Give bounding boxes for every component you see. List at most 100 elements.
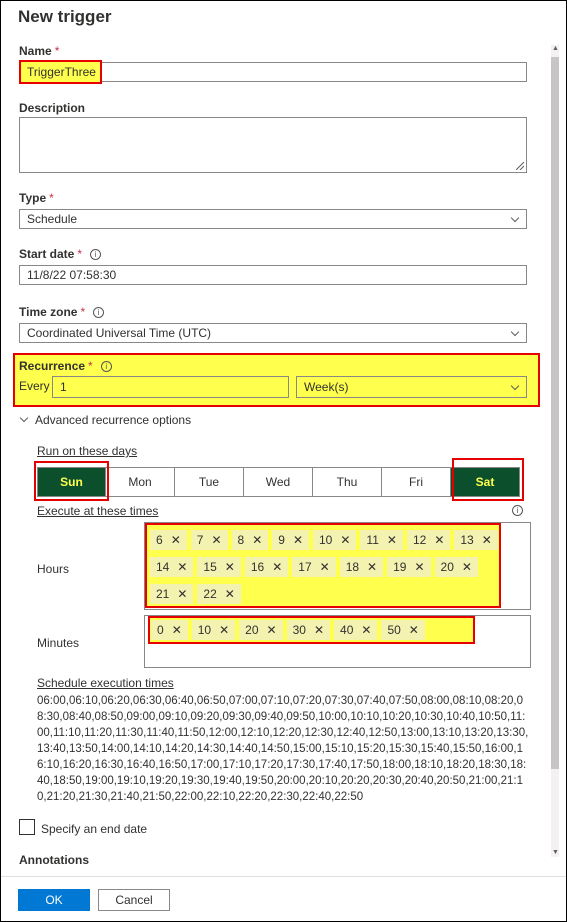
day-fri[interactable]: Fri bbox=[382, 467, 451, 497]
hours-tag-label: 13 bbox=[460, 533, 474, 547]
close-icon[interactable]: ✕ bbox=[414, 560, 424, 574]
info-icon[interactable]: i bbox=[100, 361, 112, 372]
hours-label: Hours bbox=[37, 562, 70, 576]
hours-tag: 20 ✕ bbox=[434, 557, 478, 577]
minutes-tag-label: 30 bbox=[292, 623, 306, 637]
chevron-down-icon bbox=[510, 381, 520, 391]
minutes-tag: 50 ✕ bbox=[381, 620, 425, 640]
day-thu[interactable]: Thu bbox=[313, 467, 382, 497]
ok-button[interactable]: OK bbox=[18, 889, 90, 911]
hours-tag-label: 8 bbox=[237, 533, 245, 547]
schedule-times-list: 06:00,06:10,06:20,06:30,06:40,06:50,07:0… bbox=[37, 695, 529, 803]
close-icon[interactable]: ✕ bbox=[171, 533, 181, 547]
close-icon[interactable]: ✕ bbox=[293, 533, 303, 547]
hours-tag-label: 10 bbox=[319, 533, 333, 547]
hours-tag-label: 12 bbox=[412, 533, 427, 547]
day-tue[interactable]: Tue bbox=[175, 467, 244, 497]
close-icon[interactable]: ✕ bbox=[361, 623, 371, 637]
recurrence-unit-select[interactable]: Week(s) bbox=[296, 376, 527, 398]
close-icon[interactable]: ✕ bbox=[267, 623, 277, 637]
close-icon[interactable]: ✕ bbox=[387, 533, 397, 547]
close-icon[interactable]: ✕ bbox=[434, 533, 444, 547]
time-zone-select[interactable]: Coordinated Universal Time (UTC) bbox=[19, 323, 527, 343]
close-icon[interactable]: ✕ bbox=[172, 623, 182, 637]
close-icon[interactable]: ✕ bbox=[225, 560, 235, 574]
description-textarea[interactable] bbox=[19, 117, 527, 173]
hours-tag: 16 ✕ bbox=[244, 557, 289, 577]
info-icon[interactable]: i bbox=[512, 505, 523, 516]
minutes-label: Minutes bbox=[37, 636, 80, 650]
close-icon[interactable]: ✕ bbox=[177, 587, 187, 601]
hours-tags: 6 ✕ 7 ✕ 8 ✕ 9 ✕ 10 ✕ 11 ✕ 12 ✕ 13 ✕ 14 ✕ 15 ✕ 16 ✕ 17 ✕ 18 ✕ 19 ✕ 20… bbox=[150, 527, 504, 608]
type-value: Schedule bbox=[27, 212, 78, 226]
hours-tag-label: 7 bbox=[196, 533, 204, 547]
resize-grip-icon[interactable] bbox=[516, 162, 524, 170]
chevron-down-icon bbox=[510, 213, 520, 223]
scroll-up-icon[interactable]: ▲ bbox=[552, 45, 559, 52]
close-icon[interactable]: ✕ bbox=[367, 560, 377, 574]
recurrence-unit-value: Week(s) bbox=[304, 380, 349, 394]
start-date-input[interactable]: 11/8/22 07:58:30 bbox=[19, 265, 527, 285]
chevron-down-icon bbox=[19, 413, 29, 423]
close-icon[interactable]: ✕ bbox=[272, 560, 282, 574]
close-icon[interactable]: ✕ bbox=[177, 560, 187, 574]
dialog-title: New trigger bbox=[18, 7, 112, 26]
close-icon[interactable]: ✕ bbox=[482, 533, 492, 547]
recurrence-label: Recurrence * i bbox=[19, 359, 112, 373]
hours-tag: 6 ✕ bbox=[150, 530, 187, 550]
close-icon[interactable]: ✕ bbox=[409, 623, 419, 637]
minutes-tag-label: 50 bbox=[387, 623, 401, 637]
hours-tag: 11 ✕ bbox=[360, 530, 403, 550]
name-label: Name * bbox=[19, 44, 60, 58]
name-value[interactable]: TriggerThree bbox=[27, 65, 96, 79]
hours-tag: 21 ✕ bbox=[150, 584, 194, 604]
info-icon[interactable]: i bbox=[93, 307, 105, 318]
close-icon[interactable]: ✕ bbox=[219, 623, 229, 637]
info-icon[interactable]: i bbox=[90, 249, 102, 260]
advanced-recurrence-toggle[interactable]: Advanced recurrence options bbox=[19, 413, 191, 427]
hours-tag: 10 ✕ bbox=[313, 530, 357, 550]
close-icon[interactable]: ✕ bbox=[225, 587, 235, 601]
minutes-tag: 20 ✕ bbox=[239, 620, 283, 640]
new-trigger-dialog: New trigger Name * TriggerThree Descripti… bbox=[0, 0, 567, 922]
schedule-times-label: Schedule execution times bbox=[37, 676, 174, 690]
close-icon[interactable]: ✕ bbox=[462, 560, 472, 574]
run-on-days-label: Run on these days bbox=[37, 444, 138, 458]
close-icon[interactable]: ✕ bbox=[211, 533, 221, 547]
minutes-tag-label: 10 bbox=[197, 623, 212, 637]
minutes-tag-label: 20 bbox=[245, 623, 259, 637]
type-select[interactable]: Schedule bbox=[19, 209, 527, 229]
scroll-down-icon[interactable]: ▼ bbox=[552, 849, 559, 856]
hours-tag: 17 ✕ bbox=[292, 557, 336, 577]
hours-tag: 8 ✕ bbox=[231, 530, 269, 550]
close-icon[interactable]: ✕ bbox=[340, 533, 350, 547]
cancel-button[interactable]: Cancel bbox=[98, 889, 170, 911]
minutes-tag-label: 0 bbox=[157, 623, 164, 637]
time-zone-value: Coordinated Universal Time (UTC) bbox=[27, 326, 212, 340]
scrollbar-thumb[interactable] bbox=[551, 57, 559, 769]
dialog-footer: OK Cancel bbox=[1, 876, 566, 921]
close-icon[interactable]: ✕ bbox=[320, 560, 330, 574]
interval-input[interactable]: 1 bbox=[52, 376, 289, 398]
start-date-value: 11/8/22 07:58:30 bbox=[27, 268, 117, 282]
close-icon[interactable]: ✕ bbox=[314, 623, 324, 637]
hours-tag-label: 20 bbox=[440, 560, 454, 574]
day-wed[interactable]: Wed bbox=[244, 467, 313, 497]
hours-tag-label: 14 bbox=[156, 560, 170, 574]
close-icon[interactable]: ✕ bbox=[252, 533, 262, 547]
minutes-tag: 30 ✕ bbox=[286, 620, 331, 640]
end-date-checkbox[interactable] bbox=[19, 819, 35, 835]
hours-tag-label: 19 bbox=[393, 560, 407, 574]
time-zone-label: Time zone * i bbox=[19, 305, 105, 319]
sun-highlight bbox=[34, 461, 109, 501]
hours-tag-label: 22 bbox=[203, 587, 217, 601]
minutes-tag: 40 ✕ bbox=[334, 620, 378, 640]
hours-tag: 13 ✕ bbox=[454, 530, 498, 550]
hours-tag-label: 21 bbox=[156, 587, 170, 601]
description-label: Description bbox=[19, 101, 86, 115]
sat-highlight bbox=[452, 458, 524, 501]
hours-tag-label: 17 bbox=[298, 560, 312, 574]
hours-tag-label: 11 bbox=[366, 533, 379, 547]
interval-value: 1 bbox=[60, 380, 67, 394]
day-mon[interactable]: Mon bbox=[106, 467, 175, 497]
